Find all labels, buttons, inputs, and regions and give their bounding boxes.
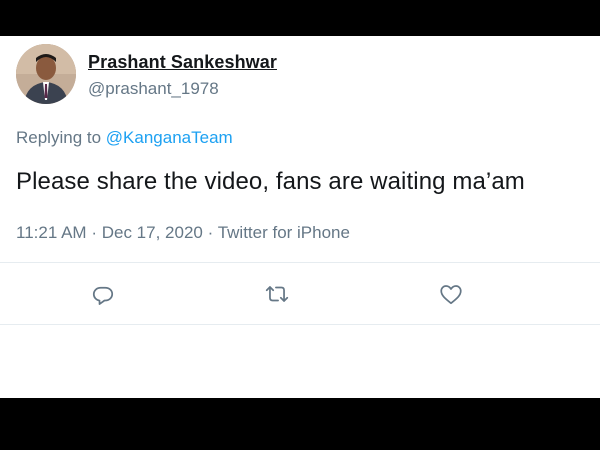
meta-separator: · <box>91 223 97 242</box>
avatar-photo <box>16 44 76 104</box>
tweet-time[interactable]: 11:21 AM <box>16 223 87 242</box>
tweet-card: Prashant Sankeshwar @prashant_1978 Reply… <box>0 36 600 398</box>
screenshot-frame: Prashant Sankeshwar @prashant_1978 Reply… <box>0 0 600 450</box>
divider <box>0 324 600 325</box>
like-icon <box>440 285 462 305</box>
replying-to-handle[interactable]: @KanganaTeam <box>106 128 233 147</box>
like-button[interactable] <box>437 280 465 308</box>
author-handle[interactable]: @prashant_1978 <box>88 79 219 99</box>
tweet-text: Please share the video, fans are waiting… <box>16 168 525 195</box>
letterbox-bottom <box>0 398 600 450</box>
letterbox-top <box>0 0 600 36</box>
replying-to-line: Replying to @KanganaTeam <box>16 128 233 148</box>
tweet-meta: 11:21 AM · Dec 17, 2020 · Twitter for iP… <box>16 223 350 243</box>
reply-icon <box>92 286 114 305</box>
reply-button[interactable] <box>89 280 117 308</box>
divider <box>0 262 600 263</box>
meta-separator: · <box>207 223 214 242</box>
author-name[interactable]: Prashant Sankeshwar <box>88 52 277 73</box>
retweet-icon <box>265 286 289 302</box>
replying-to-label: Replying to <box>16 128 102 147</box>
tweet-date[interactable]: Dec 17, 2020 <box>102 223 203 242</box>
tweet-source[interactable]: Twitter for iPhone <box>218 223 350 242</box>
avatar[interactable] <box>16 44 76 104</box>
retweet-button[interactable] <box>263 280 291 308</box>
